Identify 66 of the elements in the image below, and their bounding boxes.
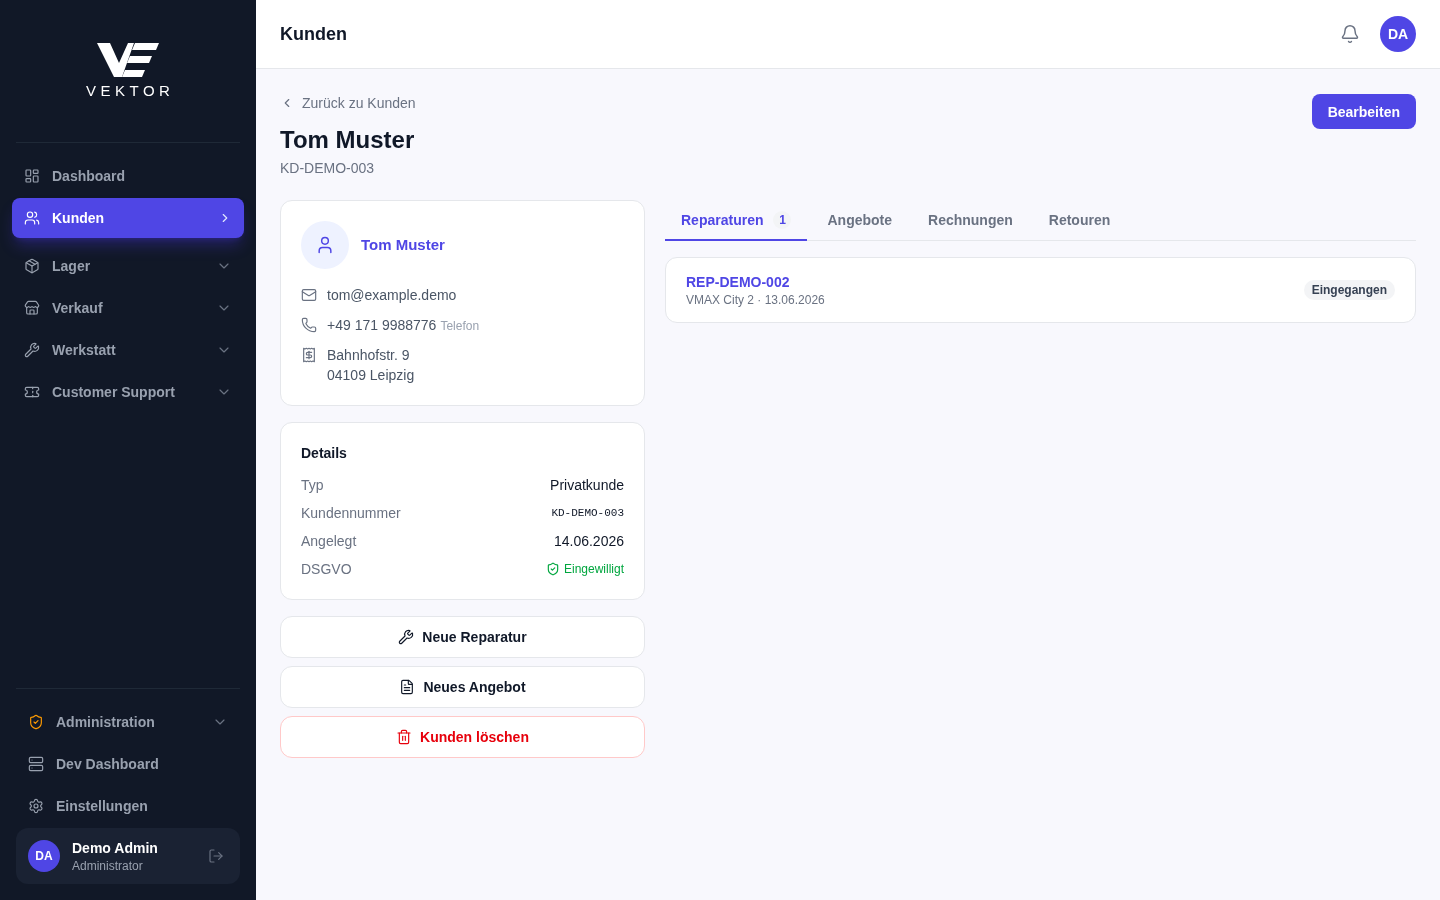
sidebar-nav-item[interactable]: Verkauf <box>12 288 244 328</box>
wrench-icon <box>24 342 40 358</box>
details-title: Details <box>301 444 348 463</box>
store-icon <box>24 300 40 316</box>
action-button[interactable]: Kunden löschen <box>280 716 645 758</box>
user-avatar-icon <box>301 221 349 269</box>
customer-number: KD-DEMO-003 <box>280 159 376 178</box>
consent-status: Eingewilligt <box>563 561 624 577</box>
server-icon <box>28 756 44 772</box>
gear-icon <box>28 798 44 814</box>
status-badge: Eingegangen <box>1303 280 1395 300</box>
detail-label: Typ <box>301 476 324 495</box>
sidebar-nav-item[interactable]: Dev Dashboard <box>16 744 240 784</box>
tab[interactable]: Rechnungen <box>912 200 1029 241</box>
box-icon <box>24 258 40 274</box>
shield-check-icon <box>28 714 44 730</box>
tab[interactable]: Retouren <box>1032 200 1127 241</box>
phone-icon <box>301 317 317 333</box>
receipt-icon <box>301 347 317 363</box>
sidebar-nav-item[interactable]: Administration <box>16 702 240 742</box>
logo-wordmark: VEKTOR <box>85 83 175 98</box>
ticket-icon <box>24 384 40 400</box>
detail-value: KD-DEMO-003 <box>551 505 624 521</box>
phone-label: Telefon <box>440 318 480 334</box>
mail-icon <box>301 287 317 303</box>
address-line: 04109 Leipzig <box>327 366 415 385</box>
shield-check-icon <box>545 562 560 576</box>
user-role: Administrator <box>72 858 144 874</box>
repair-id[interactable]: REP-DEMO-002 <box>686 272 825 292</box>
detail-label: Angelegt <box>301 532 357 551</box>
customer-title: Tom Muster <box>280 125 416 155</box>
sidebar-nav-item[interactable]: Einstellungen <box>16 786 240 826</box>
repair-card[interactable]: REP-DEMO-002 VMAX City 2 · 13.06.2026 Eingegangen <box>665 257 1416 323</box>
contact-name: Tom Muster <box>361 234 445 255</box>
edit-button[interactable]: Bearbeiten <box>1311 94 1416 129</box>
detail-label: Kundennummer <box>301 504 401 523</box>
user-avatar: DA <box>28 840 60 872</box>
detail-value: Privatkunde <box>550 476 624 495</box>
sidebar-nav-item[interactable]: Lager <box>12 246 244 286</box>
wrench-icon <box>398 629 415 645</box>
user-name: Demo Admin <box>72 839 159 858</box>
repair-detail: VMAX City 2 · 13.06.2026 <box>686 292 825 308</box>
sidebar-nav-item[interactable]: Kunden <box>12 198 244 238</box>
phone-number: +49 171 9988776 <box>327 316 437 335</box>
address-line: Bahnhofstr. 9 <box>327 346 411 365</box>
sidebar-nav-item[interactable]: Customer Support <box>12 372 244 412</box>
sidebar-nav-item[interactable]: Dashboard <box>12 156 244 196</box>
action-button[interactable]: Neue Reparatur <box>280 616 645 658</box>
tab[interactable]: Angebote <box>811 200 909 241</box>
page-header-title: Kunden <box>280 23 347 46</box>
users-icon <box>24 210 40 226</box>
detail-value: 14.06.2026 <box>553 532 624 551</box>
logo-mark-icon <box>97 43 159 77</box>
email-text: tom@example.demo <box>327 286 457 305</box>
count-badge: 1 <box>773 210 792 229</box>
tab[interactable]: Reparaturen 1 <box>665 200 808 241</box>
action-button[interactable]: Neues Angebot <box>280 666 645 708</box>
back-link[interactable]: Zurück zu Kunden <box>280 93 416 113</box>
document-icon <box>399 679 416 695</box>
bell-icon <box>1340 24 1360 44</box>
sidebar-nav-item[interactable]: Werkstatt <box>12 330 244 370</box>
detail-label: DSGVO <box>301 560 352 579</box>
logout-icon <box>208 848 224 864</box>
user-avatar-button[interactable]: DA <box>1380 16 1416 52</box>
trash-icon <box>396 729 413 745</box>
dashboard-icon <box>24 168 40 184</box>
